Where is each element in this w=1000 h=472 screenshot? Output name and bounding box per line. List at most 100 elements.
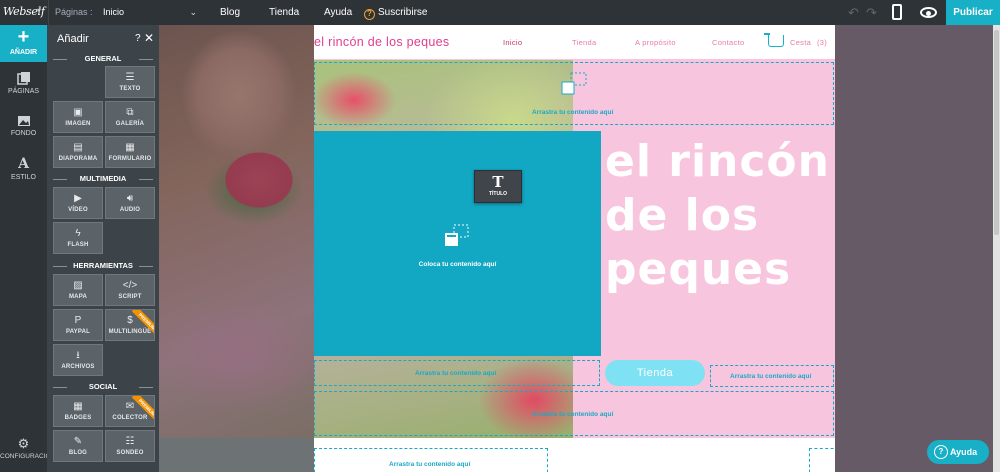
tool-files[interactable]: ⭳ ARCHIVOS [53,344,103,376]
gear-icon: ⚙ [17,436,30,451]
canvas-footer-area [159,438,314,472]
hero-title[interactable]: el rincón de los peques [605,135,835,297]
tool-gallery-label: GALERÍA [115,121,145,127]
tool-paypal[interactable]: P PAYPAL [53,309,103,341]
title-t-icon: T [492,173,504,191]
drop-zone-right-text: Arrastra tu contenido aquí [730,373,812,380]
nav-pages-label: PÁGINAS [7,88,40,95]
drop-zone-bottom-text: Arrastra tu contenido aquí [389,461,471,468]
blog-icon: ✎ [73,436,83,447]
scrollbar-thumb[interactable] [994,30,999,235]
pages-label: Páginas : [55,7,93,17]
hero-title-line-2: de los [605,190,760,241]
chevron-down-icon[interactable]: ▾ [37,6,41,15]
tool-blog[interactable]: ✎ BLOG [53,430,103,462]
tool-script[interactable]: </> SCRIPT [105,274,155,306]
drop-content-icon [561,72,587,95]
site-title[interactable]: el rincón de los peques [314,35,449,49]
tool-slideshow[interactable]: ▤ DIAPORAMA [53,136,103,168]
poll-icon: ☷ [125,436,135,447]
scrollbar[interactable] [993,25,1000,472]
undo-icon[interactable]: ↶ [848,5,859,21]
tool-text[interactable]: ☰ TEXTO [105,66,155,98]
left-nav: + AÑADIR PÁGINAS FONDO A ESTILO ⚙ CONFIG… [0,25,55,472]
close-icon[interactable]: ✕ [144,31,154,45]
tool-audio[interactable]: 🔊︎ AUDIO [105,187,155,219]
hero-title-line-3: peques [605,244,792,295]
help-button[interactable]: ? Ayuda [927,440,989,464]
redo-icon[interactable]: ↷ [866,5,877,21]
content-box[interactable]: T TÍTULO Coloca tu contenido aquí [314,131,601,356]
panel-title: Añadir [57,33,89,45]
font-style-icon: A [18,156,29,172]
pages-value: Inicio [103,7,125,17]
tool-text-label: TEXTO [119,86,141,92]
cart-icon[interactable] [764,33,784,47]
title-tool-dragged[interactable]: T TÍTULO [474,170,522,203]
editor-canvas: el rincón de los peques Inicio Tienda A … [159,25,993,472]
menu-item-a-proposito[interactable]: A propósito [635,38,676,47]
section-general: GENERAL [53,54,153,64]
photo-overlay [159,25,314,438]
title-tool-label: TÍTULO [488,191,508,197]
tool-slideshow-label: DIAPORAMA [58,156,98,162]
publish-button[interactable]: Publicar [946,0,1000,25]
section-multimedia: MULTIMEDIA [53,174,153,184]
page-content: el rincón de los peques Inicio Tienda A … [314,25,835,472]
nav-ayuda[interactable]: Ayuda [324,0,352,25]
tool-video[interactable]: ▶ VÍDEO [53,187,103,219]
speaker-icon: 🔊︎ [126,193,134,204]
top-bar: Webself ▾ Páginas : Inicio ⌄ Blog Tienda… [0,0,1000,25]
canvas-right-area [835,25,993,472]
cart-label[interactable]: Cesta [790,38,811,47]
add-panel: Añadir ? ✕ GENERAL ☰ TEXTO ▣ IMAGEN ⧉ GALER… [47,25,159,472]
menu-item-contacto[interactable]: Contacto [712,38,744,47]
nav-blog[interactable]: Blog [220,0,240,25]
nav-suscribirse[interactable]: ? Suscribirse [364,0,427,25]
tool-audio-label: AUDIO [119,207,141,213]
nav-add-label: AÑADIR [9,49,38,56]
tool-image[interactable]: ▣ IMAGEN [53,101,103,133]
help-button-label: Ayuda [950,447,978,457]
nav-add[interactable]: + AÑADIR [0,25,47,62]
question-icon: ? [934,445,948,459]
tool-multilingual[interactable]: $ MULTILINGÜE PREMIUM [105,309,155,341]
drop-zone-bottom-left[interactable] [314,448,548,472]
flash-icon: ϟ [75,228,81,239]
tool-gallery[interactable]: ⧉ GALERÍA [105,101,155,133]
nav-background[interactable]: FONDO [0,115,47,137]
slideshow-icon: ▤ [73,142,83,153]
section-tools: HERRAMIENTAS [53,261,153,271]
drop-here-text: Coloca tu contenido aquí [418,261,497,268]
tool-map[interactable]: ▨ MAPA [53,274,103,306]
page-selector[interactable]: Páginas : Inicio ⌄ [48,0,203,25]
nav-style-label: ESTILO [11,174,36,181]
tool-flash[interactable]: ϟ FLASH [53,222,103,254]
code-icon: </> [122,280,138,291]
tool-poll[interactable]: ☷ SONDEO [105,430,155,462]
mobile-device-icon[interactable] [892,4,902,20]
tool-multilingual-label: MULTILINGÜE [108,329,152,335]
shop-button[interactable]: Tienda [605,360,705,386]
hero-title-line-1: el rincón [605,136,830,187]
help-icon[interactable]: ? [135,33,141,44]
drop-zone-top-text: Arrastra tu contenido aquí [532,109,614,116]
plus-icon: + [17,26,30,48]
menu-item-tienda[interactable]: Tienda [572,38,596,47]
nav-style[interactable]: A ESTILO [0,157,47,181]
tool-form[interactable]: ▦ FORMULARIO [105,136,155,168]
nav-tienda[interactable]: Tienda [269,0,299,25]
nav-suscribirse-label: Suscribirse [378,7,428,18]
nav-pages[interactable]: PÁGINAS [0,71,47,95]
menu-item-inicio[interactable]: Inicio [503,38,522,47]
preview-eye-icon[interactable] [920,7,937,18]
drop-zone-bottom-right[interactable] [809,448,835,472]
tool-paypal-label: PAYPAL [65,329,91,335]
tool-blog-label: BLOG [68,450,88,456]
question-icon: ? [364,9,375,20]
paypal-icon: P [74,315,82,326]
badges-icon: ▦ [73,401,83,412]
nav-settings[interactable]: ⚙ CONFIGURACIÓN [0,436,55,460]
tool-collector[interactable]: ✉ COLECTOR PREMIUM [105,395,155,427]
tool-badges[interactable]: ▦ BADGES [53,395,103,427]
